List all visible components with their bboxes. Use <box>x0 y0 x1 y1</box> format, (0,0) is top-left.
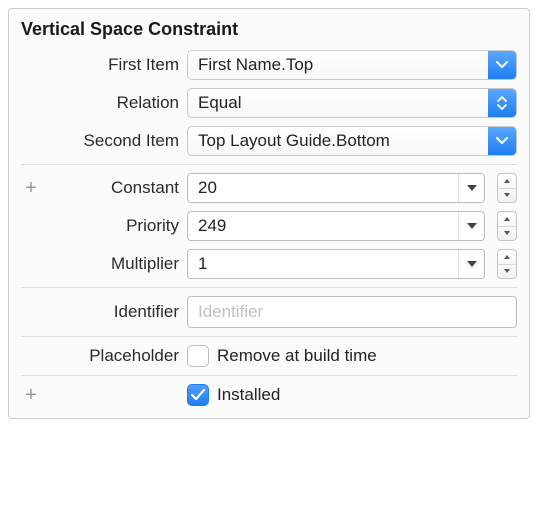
priority-field[interactable]: 249 <box>187 211 485 241</box>
check-icon <box>191 389 205 401</box>
divider <box>21 375 517 376</box>
relation-dropdown[interactable]: Equal <box>187 88 517 118</box>
identifier-field[interactable]: Identifier <box>187 296 517 328</box>
caret-down-icon <box>458 174 484 202</box>
constant-field[interactable]: 20 <box>187 173 485 203</box>
priority-stepper[interactable] <box>497 211 517 241</box>
first-item-value: First Name.Top <box>188 55 488 75</box>
constant-label: Constant <box>49 178 179 198</box>
divider <box>21 287 517 288</box>
stepper-up-icon <box>498 212 516 227</box>
constant-stepper[interactable] <box>497 173 517 203</box>
updown-icon <box>488 89 516 117</box>
relation-label: Relation <box>49 93 179 113</box>
stepper-down-icon <box>498 189 516 203</box>
multiplier-field[interactable]: 1 <box>187 249 485 279</box>
priority-value: 249 <box>188 212 458 240</box>
multiplier-label: Multiplier <box>49 254 179 274</box>
constant-value: 20 <box>188 174 458 202</box>
stepper-up-icon <box>498 174 516 189</box>
second-item-value: Top Layout Guide.Bottom <box>188 131 488 151</box>
stepper-down-icon <box>498 227 516 241</box>
priority-row: Priority 249 <box>21 211 517 241</box>
multiplier-row: Multiplier 1 <box>21 249 517 279</box>
placeholder-label: Placeholder <box>49 346 179 366</box>
multiplier-stepper[interactable] <box>497 249 517 279</box>
panel-title: Vertical Space Constraint <box>21 19 517 40</box>
installed-checkbox[interactable] <box>187 384 209 406</box>
second-item-dropdown[interactable]: Top Layout Guide.Bottom <box>187 126 517 156</box>
relation-value: Equal <box>188 93 488 113</box>
divider <box>21 164 517 165</box>
second-item-row: Second Item Top Layout Guide.Bottom <box>21 126 517 156</box>
placeholder-row: Placeholder Remove at build time <box>21 345 517 367</box>
priority-label: Priority <box>49 216 179 236</box>
identifier-label: Identifier <box>49 302 179 322</box>
chevron-down-icon <box>488 51 516 79</box>
stepper-up-icon <box>498 250 516 265</box>
add-installed-button[interactable]: + <box>21 385 41 405</box>
first-item-row: First Item First Name.Top <box>21 50 517 80</box>
add-constant-button[interactable]: + <box>21 178 41 198</box>
installed-label: Installed <box>217 385 280 405</box>
multiplier-value: 1 <box>188 250 458 278</box>
caret-down-icon <box>458 250 484 278</box>
chevron-down-icon <box>488 127 516 155</box>
constraint-panel: Vertical Space Constraint First Item Fir… <box>8 8 530 419</box>
second-item-label: Second Item <box>49 131 179 151</box>
relation-row: Relation Equal <box>21 88 517 118</box>
first-item-label: First Item <box>49 55 179 75</box>
placeholder-checkbox[interactable] <box>187 345 209 367</box>
divider <box>21 336 517 337</box>
constant-row: + Constant 20 <box>21 173 517 203</box>
caret-down-icon <box>458 212 484 240</box>
identifier-row: Identifier Identifier <box>21 296 517 328</box>
stepper-down-icon <box>498 265 516 279</box>
first-item-dropdown[interactable]: First Name.Top <box>187 50 517 80</box>
installed-row: + Installed <box>21 384 517 406</box>
placeholder-check-label: Remove at build time <box>217 346 377 366</box>
